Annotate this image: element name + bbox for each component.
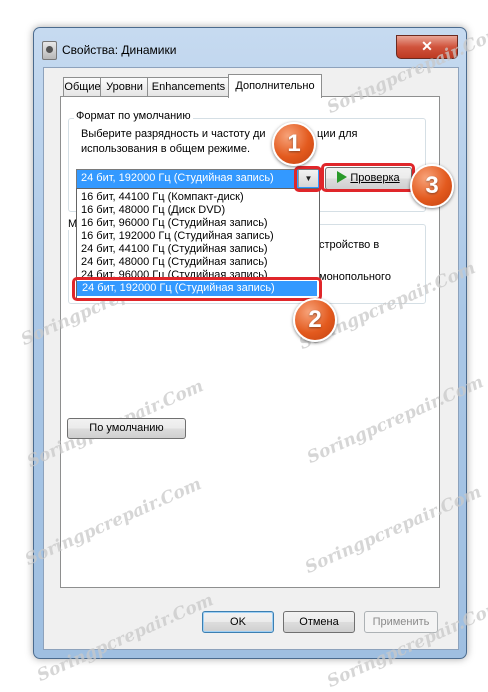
window-title: Свойства: Динамики [62,43,177,57]
tab-general[interactable]: Общие [63,77,102,97]
ok-button[interactable]: OK [202,611,274,633]
restore-defaults-button[interactable]: По умолчанию [67,418,186,439]
test-button-highlight [321,163,415,192]
tab-levels[interactable]: Уровни [100,77,149,97]
sample-rate-selected-value: 24 бит, 192000 Гц (Студийная запись) [81,172,274,184]
dropdown-option[interactable]: 24 бит, 48000 Гц (Студийная запись) [81,256,268,268]
dropdown-option[interactable]: 24 бит, 44100 Гц (Студийная запись) [81,243,268,255]
tab-enhancements[interactable]: Enhancements [147,77,230,97]
selected-option-highlight [72,277,322,301]
callout-badge-1: 1 [272,122,316,166]
default-format-description-line1: Выберите разрядность и частоту ди [81,128,266,140]
cancel-button[interactable]: Отмена [283,611,355,633]
callout-badge-2: 2 [293,298,337,342]
dropdown-option[interactable]: 16 бит, 96000 Гц (Студийная запись) [81,217,268,229]
dropdown-arrow-highlight [294,166,322,192]
exclusive-mode-text-line2: монопольного [319,271,391,283]
default-format-group-title: Формат по умолчанию [74,110,193,122]
dropdown-option[interactable]: 16 бит, 48000 Гц (Диск DVD) [81,204,225,216]
tab-advanced[interactable]: Дополнительно [228,74,322,98]
default-format-description-line2: использования в общем режиме. [81,143,251,155]
exclusive-mode-group-title: М [68,218,78,230]
callout-badge-3: 3 [410,164,454,208]
exclusive-mode-text-line1: стройство в [319,239,380,251]
dropdown-option[interactable]: 16 бит, 192000 Гц (Студийная запись) [81,230,274,242]
speaker-properties-icon [42,41,57,60]
default-format-description-line1-tail: ции для [317,128,358,140]
dropdown-option[interactable]: 16 бит, 44100 Гц (Компакт-диск) [81,191,244,203]
